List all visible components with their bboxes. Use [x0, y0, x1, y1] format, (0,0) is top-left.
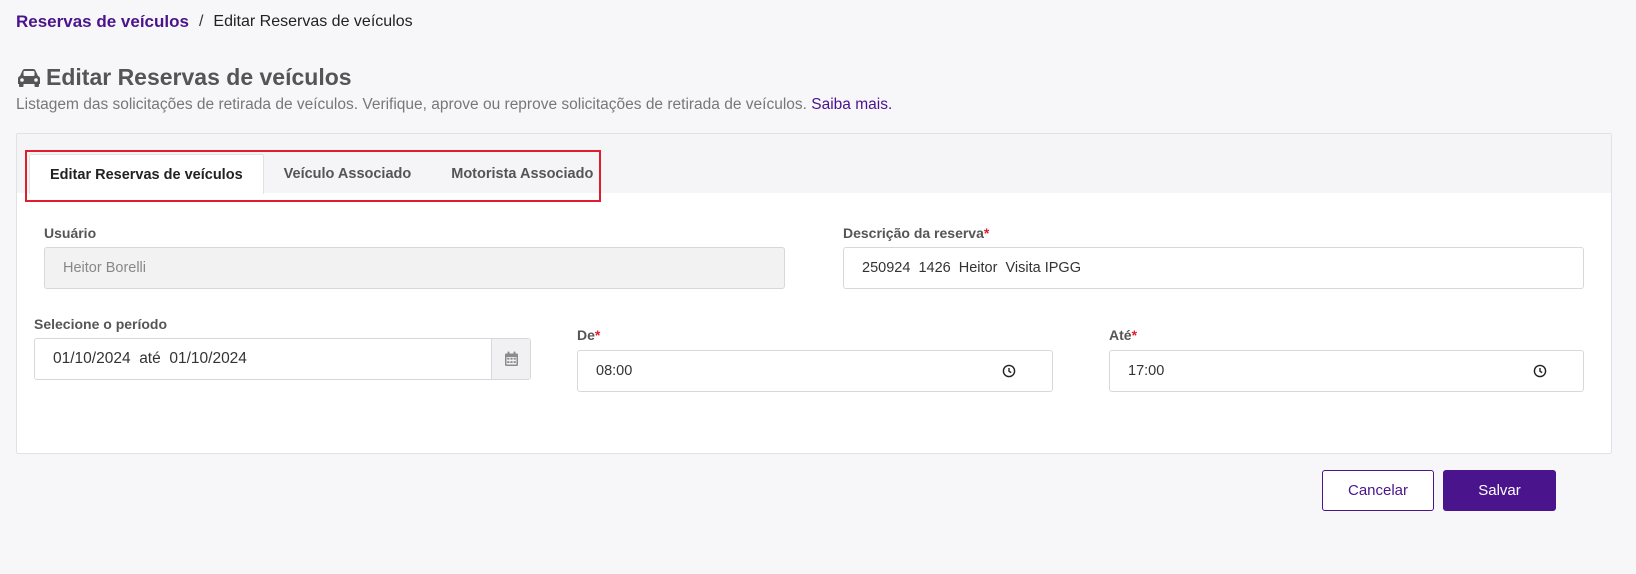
save-button[interactable]: Salvar: [1443, 470, 1556, 511]
de-time-input[interactable]: 08:00: [577, 350, 1053, 392]
tab-veiculo-associado[interactable]: Veículo Associado: [264, 154, 432, 194]
ate-label-text: Até: [1109, 327, 1132, 343]
clock-icon[interactable]: [1002, 364, 1016, 378]
periodo-value: 01/10/2024 até 01/10/2024: [53, 350, 247, 367]
descricao-label-text: Descrição da reserva: [843, 225, 984, 241]
required-mark: *: [1131, 327, 1138, 343]
ate-time-value: 17:00: [1128, 363, 1165, 379]
learn-more-link[interactable]: Saiba mais.: [811, 96, 892, 113]
required-mark: *: [983, 225, 990, 241]
de-label: De*: [577, 327, 600, 343]
clock-icon[interactable]: [1533, 364, 1547, 378]
page-title: Editar Reservas de veículos: [16, 64, 352, 91]
ate-time-input[interactable]: 17:00: [1109, 350, 1584, 392]
tab-bar: Editar Reservas de veículos Veículo Asso…: [17, 134, 1611, 202]
breadcrumb: Reservas de veículos / Editar Reservas d…: [16, 12, 413, 32]
periodo-label: Selecione o período: [34, 316, 168, 332]
ate-label: Até*: [1109, 327, 1137, 343]
page-title-text: Editar Reservas de veículos: [46, 64, 352, 90]
page-description: Listagem das solicitações de retirada de…: [16, 96, 892, 114]
cancel-button[interactable]: Cancelar: [1322, 470, 1434, 511]
periodo-input[interactable]: 01/10/2024 até 01/10/2024: [34, 338, 531, 380]
usuario-label: Usuário: [44, 225, 97, 241]
breadcrumb-separator: /: [198, 13, 204, 30]
car-icon: [16, 67, 42, 89]
calendar-button[interactable]: [491, 339, 530, 379]
page-description-text: Listagem das solicitações de retirada de…: [16, 96, 807, 113]
form-card: Editar Reservas de veículos Veículo Asso…: [16, 133, 1612, 454]
usuario-field: Heitor Borelli: [44, 247, 785, 289]
tab-editar-reservas[interactable]: Editar Reservas de veículos: [29, 154, 264, 194]
calendar-icon: [504, 351, 518, 366]
breadcrumb-parent-link[interactable]: Reservas de veículos: [16, 12, 189, 32]
required-mark: *: [594, 327, 601, 343]
descricao-input[interactable]: 250924 1426 Heitor Visita IPGG: [843, 247, 1584, 289]
descricao-label: Descrição da reserva*: [843, 225, 989, 241]
de-time-value: 08:00: [596, 363, 633, 379]
tabs: Editar Reservas de veículos Veículo Asso…: [29, 154, 613, 194]
tab-motorista-associado[interactable]: Motorista Associado: [431, 154, 613, 194]
de-label-text: De: [577, 327, 595, 343]
breadcrumb-current: Editar Reservas de veículos: [213, 13, 413, 30]
